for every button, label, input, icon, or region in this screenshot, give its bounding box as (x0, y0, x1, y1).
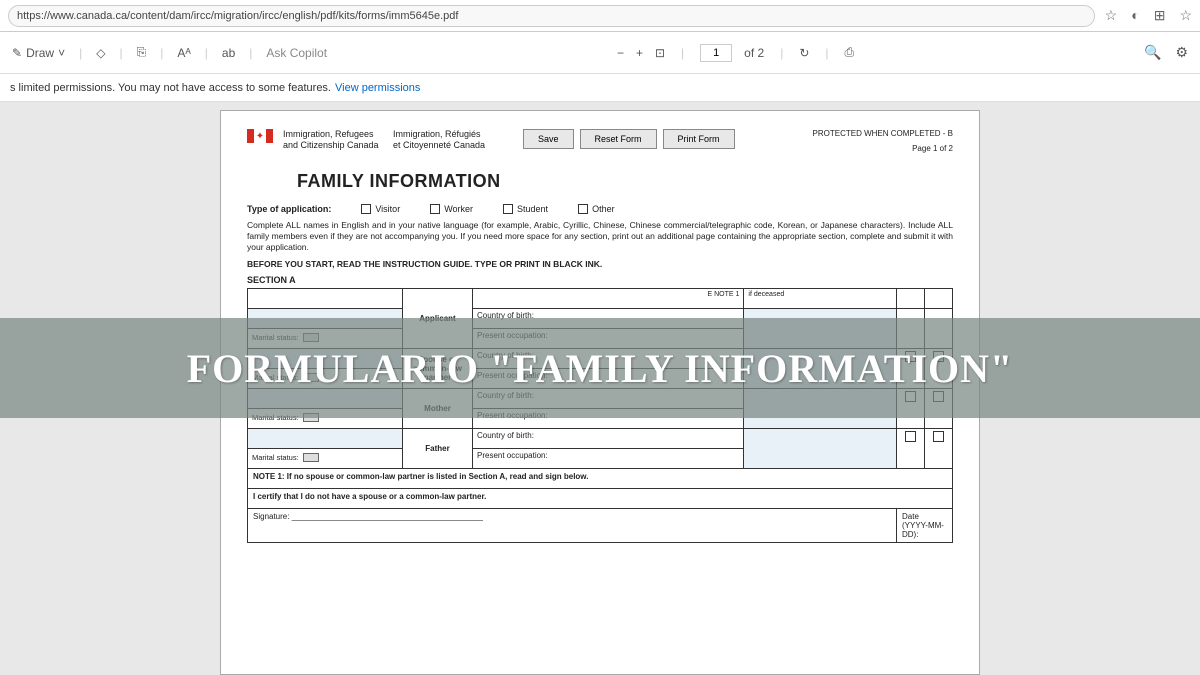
father-chk-yes[interactable] (897, 429, 925, 469)
role-father: Father (403, 429, 473, 469)
erase-icon[interactable]: ◇ (96, 46, 105, 60)
page-view-icon[interactable]: ⎙ (845, 45, 855, 60)
form-title: FAMILY INFORMATION (297, 171, 953, 192)
copilot-button[interactable]: Ask Copilot (266, 46, 327, 60)
highlight-icon[interactable]: ab (222, 46, 235, 60)
header-deceased: if deceased (744, 289, 897, 309)
favorite-icon[interactable]: ☆ (1179, 7, 1192, 24)
star-icon[interactable]: ☆ (1105, 7, 1118, 24)
text-size-icon[interactable]: Aᴬ (177, 46, 190, 60)
canada-flag-icon: ✦ (247, 129, 273, 143)
search-icon[interactable]: 🔍 (1144, 44, 1161, 61)
father-row-1: Father Country of birth: (248, 429, 953, 449)
view-permissions-link[interactable]: View permissions (335, 82, 420, 94)
department-english: Immigration, Refugeesand Citizenship Can… (283, 129, 383, 151)
instructions-text: Complete ALL names in English and in you… (247, 220, 953, 253)
permissions-text: s limited permissions. You may not have … (10, 82, 331, 94)
header-dob: E NOTE 1 (473, 289, 744, 309)
other-checkbox[interactable]: Other (578, 204, 615, 214)
protected-label: PROTECTED WHEN COMPLETED - B Page 1 of 2 (813, 129, 953, 153)
father-marital[interactable]: Marital status: (248, 449, 403, 469)
application-type-row: Type of application: Visitor Worker Stud… (247, 204, 953, 214)
page-total: of 2 (744, 46, 764, 60)
signature-row: Signature: _____________________________… (248, 509, 953, 543)
print-form-button[interactable]: Print Form (663, 129, 735, 149)
zoom-in-icon[interactable]: + (636, 46, 643, 60)
note-1-row: NOTE 1: If no spouse or common-law partn… (248, 469, 953, 489)
settings-icon[interactable]: ⚙ (1175, 44, 1188, 61)
address-bar: ☆ ◐ ⊞ ☆ (0, 0, 1200, 32)
fit-page-icon[interactable]: ⊡ (655, 46, 665, 60)
reset-form-button[interactable]: Reset Form (580, 129, 657, 149)
collections-icon[interactable]: ⊞ (1154, 7, 1166, 24)
certify-row: I certify that I do not have a spouse or… (248, 489, 953, 509)
overlay-banner: FORMULARIO "FAMILY INFORMATION" (0, 318, 1200, 418)
certify-text: I certify that I do not have a spouse or… (248, 489, 953, 509)
dropdown-icon[interactable] (303, 453, 319, 462)
father-occupation-label: Present occupation: (473, 449, 744, 469)
note-1-text: NOTE 1: If no spouse or common-law partn… (248, 469, 953, 489)
overlay-title: FORMULARIO "FAMILY INFORMATION" (187, 345, 1014, 392)
department-french: Immigration, Réfugiéset Citoyenneté Cana… (393, 129, 493, 151)
zoom-out-icon[interactable]: − (617, 46, 624, 60)
chevron-down-icon: ˅ (58, 46, 65, 60)
section-a-label: SECTION A (247, 275, 953, 285)
date-field[interactable]: Date (YYYY-MM-DD): (897, 509, 953, 543)
father-chk-no[interactable] (925, 429, 953, 469)
student-checkbox[interactable]: Student (503, 204, 548, 214)
rotate-icon[interactable]: ↻ (799, 46, 809, 60)
father-country-label: Country of birth: (473, 429, 744, 449)
draw-tool[interactable]: ✎ Draw ˅ (12, 46, 65, 60)
read-aloud-icon[interactable]: ⎘ (137, 45, 147, 60)
page-number-input[interactable] (700, 44, 732, 62)
father-address-input[interactable] (744, 429, 897, 469)
shield-icon[interactable]: ◐ (1131, 7, 1139, 24)
father-name-input[interactable] (248, 429, 403, 449)
table-header-row: Applicant E NOTE 1 if deceased (248, 289, 953, 309)
before-start-text: BEFORE YOU START, READ THE INSTRUCTION G… (247, 259, 953, 269)
signature-field[interactable]: Signature: _____________________________… (248, 509, 897, 543)
worker-checkbox[interactable]: Worker (430, 204, 473, 214)
header-name (248, 289, 403, 309)
pdf-toolbar: ✎ Draw ˅ | ◇ | ⎘ | Aᴬ | ab | Ask Copilot… (0, 32, 1200, 74)
permissions-bar: s limited permissions. You may not have … (0, 74, 1200, 102)
visitor-checkbox[interactable]: Visitor (361, 204, 400, 214)
save-button[interactable]: Save (523, 129, 574, 149)
url-input[interactable] (8, 5, 1095, 27)
type-label: Type of application: (247, 204, 331, 214)
